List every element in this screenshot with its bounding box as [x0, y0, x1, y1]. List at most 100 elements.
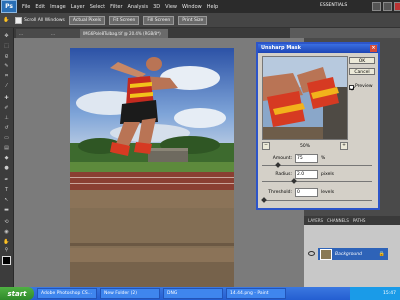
taskbar-item-paint[interactable]: 14.44.png - Paint: [226, 288, 286, 299]
zoom-in-button[interactable]: +: [339, 142, 348, 150]
layers-panel-tabs: LAYERS CHANNELS PATHS: [304, 216, 400, 225]
amount-row: Amount: 75 %: [262, 154, 372, 163]
radius-slider[interactable]: [262, 178, 372, 184]
blur-tool-icon[interactable]: ◆: [2, 154, 11, 162]
preview-checkbox[interactable]: [349, 85, 355, 91]
scroll-all-label: Scroll All Windows: [24, 17, 65, 23]
radius-input[interactable]: 2.0: [295, 170, 318, 179]
threshold-slider[interactable]: [261, 197, 372, 203]
eyedropper-tool-icon[interactable]: ⁄: [2, 82, 11, 90]
threshold-slider-handle[interactable]: [261, 197, 267, 203]
menu-help[interactable]: Help: [207, 4, 218, 10]
eye-icon[interactable]: [308, 251, 315, 256]
healing-brush-tool-icon[interactable]: ✚: [2, 94, 11, 102]
menu-select[interactable]: Select: [90, 4, 105, 10]
amount-slider-handle[interactable]: [275, 162, 281, 168]
move-tool-icon[interactable]: ✥: [2, 32, 11, 40]
dodge-tool-icon[interactable]: ●: [2, 164, 11, 172]
amount-label: Amount:: [272, 156, 292, 161]
menu-analysis[interactable]: Analysis: [128, 4, 149, 10]
marquee-tool-icon[interactable]: ⬚: [2, 42, 11, 50]
menu-window[interactable]: Window: [182, 4, 202, 10]
print-size-button[interactable]: Print Size: [178, 15, 208, 25]
hand-tool-icon[interactable]: ✋: [2, 238, 11, 246]
gradient-tool-icon[interactable]: ▤: [2, 144, 11, 152]
workspace-switcher[interactable]: ESSENTIALS: [320, 3, 347, 8]
maximize-icon[interactable]: [383, 2, 392, 11]
threshold-input[interactable]: 0: [295, 188, 318, 197]
type-tool-icon[interactable]: T: [2, 186, 11, 194]
history-brush-tool-icon[interactable]: ↺: [2, 124, 11, 132]
eraser-tool-icon[interactable]: ▭: [2, 134, 11, 142]
document-tab-active[interactable]: IMG6Pole8Tulbag.tif @ 20.4% (RGB/8*): [80, 29, 168, 38]
taskbar-item-photoshop[interactable]: Adobe Photoshop CS...: [37, 288, 97, 299]
radius-slider-handle[interactable]: [291, 178, 297, 184]
layer-thumbnail: [320, 248, 332, 260]
threshold-row: Threshold: 0 levels: [262, 188, 372, 197]
hand-tool-icon[interactable]: ✋: [2, 16, 11, 24]
menu-3d[interactable]: 3D: [153, 4, 160, 10]
cancel-button[interactable]: Cancel: [349, 68, 375, 75]
filter-preview[interactable]: [262, 56, 348, 140]
path-select-tool-icon[interactable]: ↖: [2, 196, 11, 204]
quick-select-tool-icon[interactable]: ✎: [2, 62, 11, 70]
crop-tool-icon[interactable]: ⌗: [2, 72, 11, 80]
menu-bar: Ps File Edit Image Layer Select Filter A…: [0, 0, 400, 13]
taskbar: start Adobe Photoshop CS... New Folder (…: [0, 287, 400, 300]
zoom-controls: − 50% +: [262, 142, 348, 150]
3d-camera-tool-icon[interactable]: ◉: [2, 228, 11, 236]
menu-view[interactable]: View: [165, 4, 177, 10]
document-tab[interactable]: …: [16, 29, 52, 38]
menu-filter[interactable]: Filter: [110, 4, 122, 10]
threshold-unit: levels: [321, 190, 335, 195]
pen-tool-icon[interactable]: ✒: [2, 176, 11, 184]
dialog-title-bar[interactable]: Unsharp Mask ×: [258, 44, 378, 53]
lasso-tool-icon[interactable]: ϱ: [2, 52, 11, 60]
foreground-color-swatch[interactable]: [2, 256, 11, 265]
start-button[interactable]: start: [0, 287, 34, 300]
options-bar: ✋ Scroll All Windows Actual Pixels Fit S…: [0, 13, 400, 28]
menu-file[interactable]: File: [22, 4, 30, 10]
photoshop-logo[interactable]: Ps: [1, 0, 17, 13]
layer-name: Background: [335, 251, 362, 257]
menu-image[interactable]: Image: [50, 4, 66, 10]
zoom-out-button[interactable]: −: [262, 142, 270, 150]
shape-tool-icon[interactable]: ▬: [2, 206, 11, 214]
clone-stamp-tool-icon[interactable]: ⊥: [2, 114, 11, 122]
preview-image: [263, 57, 347, 139]
toolbox: ✥ ⬚ ϱ ✎ ⌗ ⁄ ✚ ✐ ⊥ ↺ ▭ ▤ ◆ ● ✒ T ↖ ▬ ⟲ ◉ …: [0, 28, 14, 287]
tab-channels[interactable]: CHANNELS: [327, 218, 349, 223]
brush-tool-icon[interactable]: ✐: [2, 104, 11, 112]
amount-slider[interactable]: [262, 162, 372, 168]
taskbar-item-dng[interactable]: DNG: [163, 288, 223, 299]
preview-label: Preview: [355, 84, 373, 89]
radius-unit: pixels: [321, 172, 334, 177]
zoom-tool-icon[interactable]: ⚲: [2, 246, 11, 254]
document-tab[interactable]: …: [48, 29, 84, 38]
document-image[interactable]: [70, 48, 234, 287]
dialog-title: Unsharp Mask: [261, 45, 301, 51]
clock: 15:47: [383, 291, 396, 296]
fill-screen-button[interactable]: Fill Screen: [143, 15, 175, 25]
minimize-icon[interactable]: [372, 2, 381, 11]
amount-input[interactable]: 75: [295, 154, 318, 163]
close-icon[interactable]: [394, 2, 400, 11]
radius-label: Radius:: [275, 172, 292, 177]
lock-icon: 🔒: [378, 251, 385, 257]
window-controls: [372, 2, 400, 11]
close-icon[interactable]: ×: [370, 45, 377, 52]
tab-layers[interactable]: LAYERS: [308, 218, 323, 223]
ok-button[interactable]: OK: [349, 57, 375, 64]
taskbar-item-new-folder[interactable]: New Folder (2): [100, 288, 160, 299]
tab-paths[interactable]: PATHS: [353, 218, 366, 223]
menu-edit[interactable]: Edit: [35, 4, 45, 10]
radius-row: Radius: 2.0 pixels: [262, 170, 372, 179]
threshold-label: Threshold:: [268, 190, 292, 195]
fit-screen-button[interactable]: Fit Screen: [109, 15, 140, 25]
actual-pixels-button[interactable]: Actual Pixels: [68, 15, 106, 25]
3d-rotate-tool-icon[interactable]: ⟲: [2, 218, 11, 226]
scroll-all-checkbox[interactable]: [15, 16, 22, 24]
menu-layer[interactable]: Layer: [71, 4, 85, 10]
layer-row-background[interactable]: Background 🔒: [318, 248, 388, 260]
amount-unit: %: [321, 156, 326, 161]
